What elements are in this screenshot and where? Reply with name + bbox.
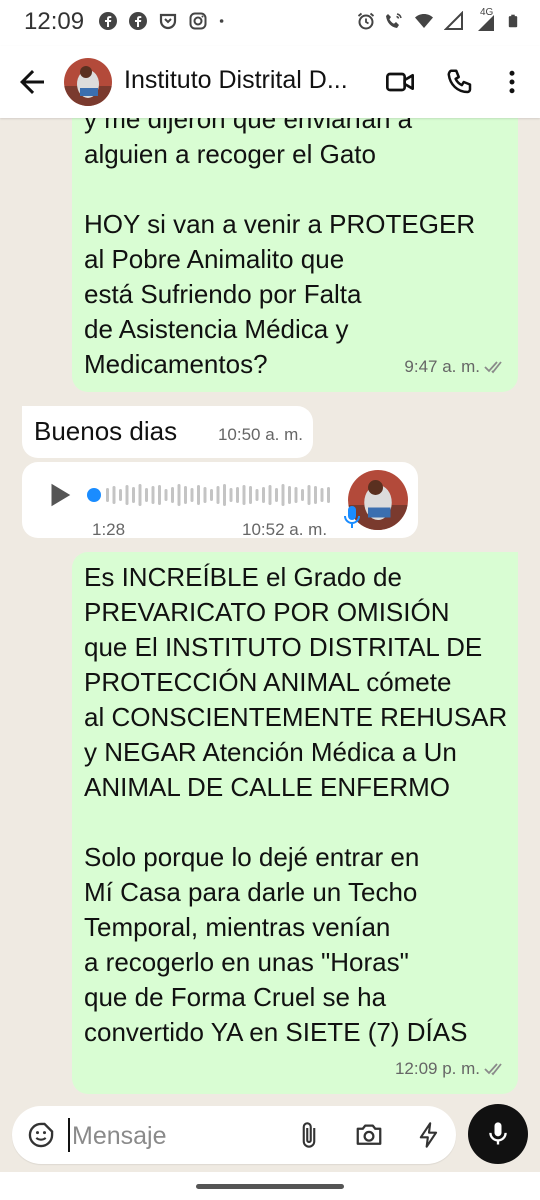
pocket-icon (159, 13, 177, 30)
chat-header: Instituto Distrital D... (0, 46, 540, 118)
message-time: 10:52 a. m. (242, 520, 328, 539)
waveform-bar (106, 488, 109, 502)
facebook-icon (99, 12, 117, 30)
waveform-bar (138, 484, 142, 506)
waveform-bar (158, 485, 161, 505)
video-call-button[interactable] (382, 64, 418, 100)
voice-waveform[interactable] (86, 482, 334, 508)
voice-mic-icon (344, 506, 360, 528)
contact-avatar[interactable] (64, 58, 112, 106)
waveform-bar (236, 487, 239, 503)
message-meta: 9:47 a. m. (404, 349, 506, 384)
voice-call-button[interactable] (442, 64, 478, 100)
chat-area[interactable]: y me dijeron que enviarían a alguien a r… (0, 118, 540, 1098)
gesture-nav-bar (0, 1172, 540, 1200)
play-button[interactable] (44, 480, 74, 510)
waveform-bar (184, 486, 187, 504)
message-time: 9:47 a. m. (404, 357, 480, 376)
message-text: Buenos dias (34, 416, 178, 446)
video-call-icon (386, 72, 414, 92)
phone-icon (447, 69, 472, 94)
instagram-icon (189, 12, 207, 30)
message-input[interactable] (70, 1119, 284, 1153)
waveform-bar (307, 485, 311, 505)
waveform-bar (171, 487, 174, 503)
waveform-bar (119, 489, 122, 501)
voice-message[interactable]: 1:28 10:52 a. m. (22, 462, 418, 539)
waveform-bar (132, 487, 135, 503)
wifi-calling-icon (386, 13, 402, 28)
voice-record-button[interactable] (468, 1104, 528, 1164)
waveform-bar (151, 486, 155, 504)
waveform-bar (294, 487, 298, 503)
quick-reply-button[interactable] (414, 1120, 444, 1150)
waveform-bar (164, 489, 168, 501)
alarm-icon (357, 12, 375, 30)
waveform-bar (249, 486, 252, 504)
play-icon (51, 483, 71, 507)
more-options-button[interactable] (494, 64, 530, 100)
waveform-bar (327, 487, 330, 503)
avatar-image (64, 58, 112, 106)
incoming-message[interactable]: Buenos dias 10:50 a. m. (22, 406, 313, 458)
waveform-bar (223, 484, 226, 506)
facebook-icon (129, 12, 147, 30)
bolt-icon (419, 1122, 438, 1148)
waveform-bar (145, 488, 148, 502)
waveform-bar (203, 487, 207, 503)
waveform-bar (268, 485, 272, 505)
read-ticks-icon (484, 360, 502, 373)
emoji-sticker-button[interactable] (26, 1120, 56, 1150)
waveform-bar (210, 489, 213, 501)
chat-title[interactable]: Instituto Distrital D... (124, 66, 374, 95)
battery-icon (508, 14, 518, 28)
waveform-bar (242, 485, 246, 505)
waveform-bar (177, 484, 181, 506)
message-meta: 10:50 a. m. (218, 417, 303, 452)
waveform-bar (281, 484, 285, 506)
waveform-bar (190, 488, 194, 502)
back-arrow-icon (20, 70, 44, 94)
message-time: 10:50 a. m. (217, 425, 303, 444)
waveform-bar (275, 488, 278, 502)
waveform-bar (229, 488, 233, 502)
message-meta: 12:09 p. m. (395, 1051, 506, 1086)
waveform-bar (125, 485, 129, 505)
signal-icon (444, 11, 463, 30)
message-time: 12:09 p. m. (394, 1059, 480, 1078)
message-text: Es INCREÍBLE el Grado de PREVARICATO POR… (84, 562, 508, 1047)
outgoing-message[interactable]: y me dijeron que enviarían a alguien a r… (72, 118, 518, 392)
dot-icon (219, 19, 224, 23)
status-time: 12:09 (24, 8, 85, 35)
sticker-icon (28, 1122, 54, 1148)
waveform-bar (288, 486, 291, 504)
waveform-bar (112, 486, 116, 504)
back-button[interactable] (14, 64, 50, 100)
waveform-bar (262, 487, 265, 503)
attach-button[interactable] (294, 1120, 324, 1150)
signal-4g-icon (478, 15, 494, 31)
voice-duration: 1:28 (92, 520, 126, 539)
waveform-bar (216, 486, 220, 504)
waveform-bar (197, 485, 200, 505)
read-ticks-icon (484, 1062, 502, 1075)
waveform-bar (314, 486, 317, 504)
home-handle[interactable] (196, 1184, 344, 1189)
waveform-bar (301, 489, 304, 501)
message-text: y me dijeron que enviarían a alguien a r… (84, 118, 476, 379)
outgoing-message[interactable]: Es INCREÍBLE el Grado de PREVARICATO POR… (72, 552, 518, 1094)
attach-icon (302, 1122, 316, 1148)
wifi-icon (415, 14, 433, 28)
mic-icon (489, 1122, 507, 1145)
message-composer (12, 1106, 456, 1164)
waveform-bar (320, 488, 324, 502)
waveform-bar (255, 489, 259, 501)
camera-button[interactable] (354, 1120, 384, 1150)
camera-icon (356, 1124, 382, 1145)
status-bar: 12:09 4G (0, 0, 540, 46)
more-vert-icon (509, 70, 515, 94)
